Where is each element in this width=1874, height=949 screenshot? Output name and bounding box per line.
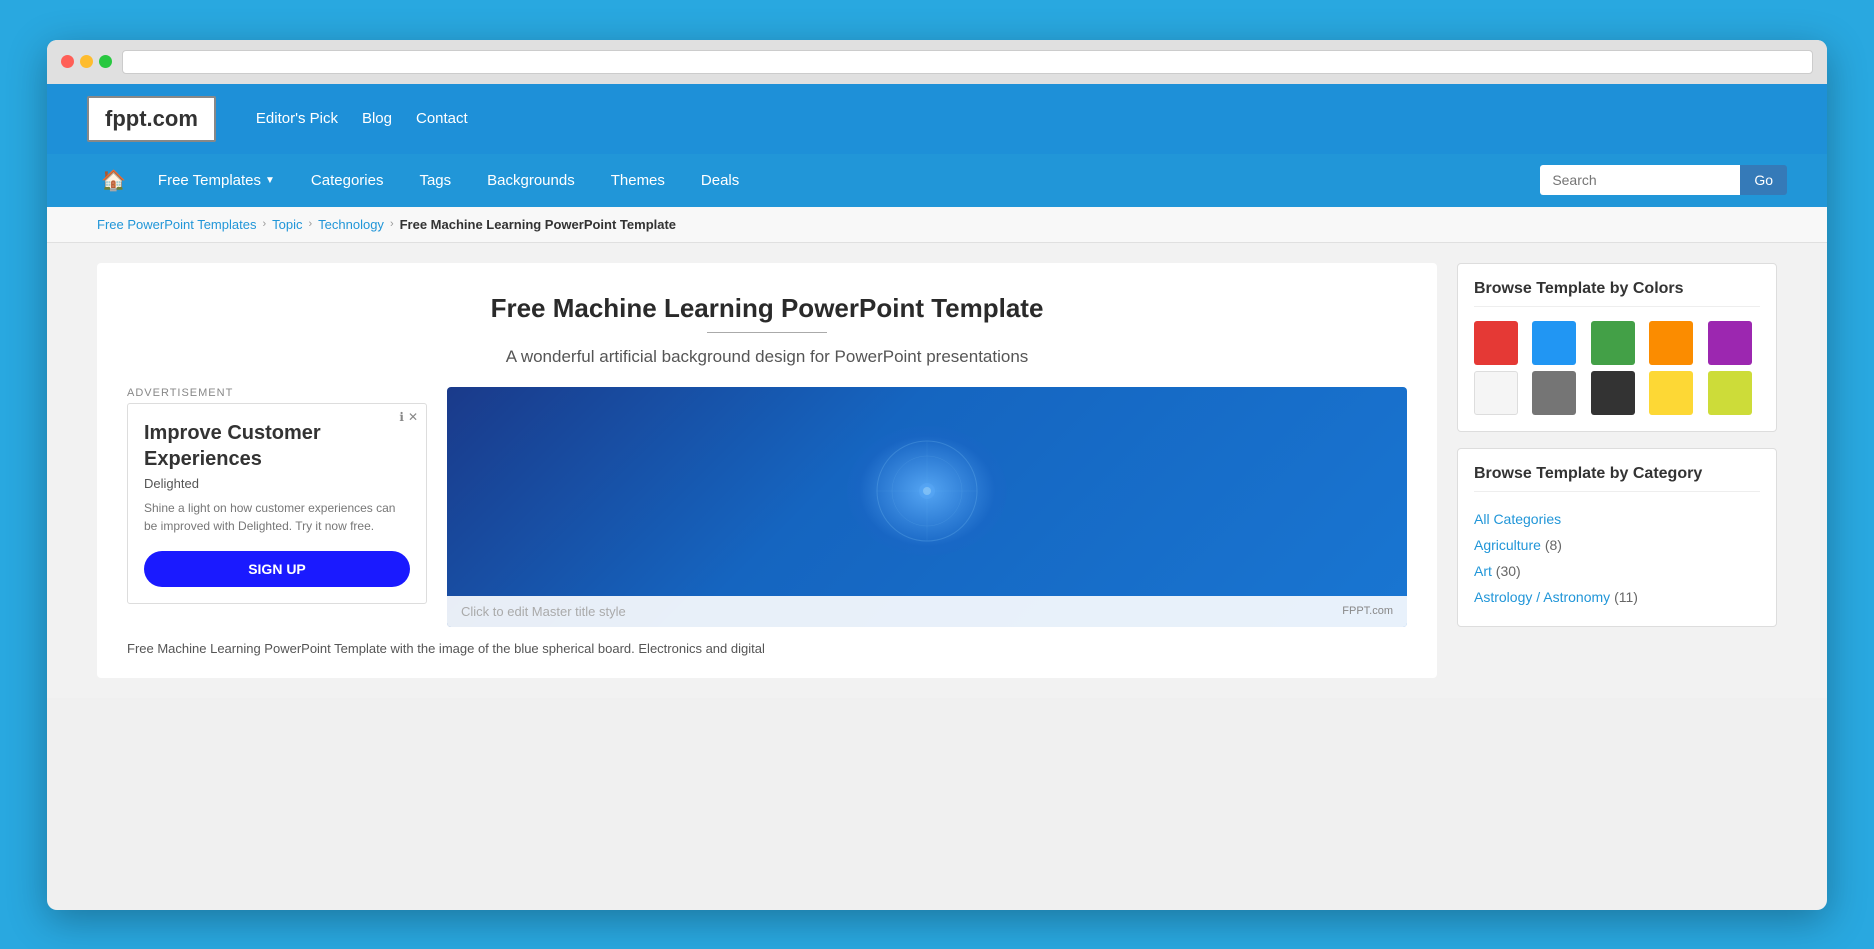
nav-themes[interactable]: Themes (593, 156, 683, 205)
nav-items: Free Templates ▼ Categories Tags Backgro… (140, 156, 1540, 205)
list-item: Art (30) (1474, 558, 1760, 584)
breadcrumb: Free PowerPoint Templates › Topic › Tech… (47, 207, 1827, 243)
category-all[interactable]: All Categories (1474, 511, 1561, 527)
nav-free-templates[interactable]: Free Templates ▼ (140, 156, 293, 205)
color-swatch-dark[interactable] (1591, 371, 1635, 415)
list-item: Agriculture (8) (1474, 532, 1760, 558)
list-item: All Categories (1474, 506, 1760, 532)
colors-title: Browse Template by Colors (1474, 280, 1760, 307)
ad-controls: ℹ ✕ (399, 410, 418, 424)
preview-top (447, 387, 1407, 596)
preview-section: Click to edit Master title style FPPT.co… (447, 387, 1407, 627)
template-preview: Click to edit Master title style FPPT.co… (447, 387, 1407, 627)
nav-contact[interactable]: Contact (416, 110, 468, 127)
ad-and-preview: ADVERTISEMENT ℹ ✕ Improve Customer Exper… (127, 387, 1407, 627)
search-input[interactable] (1540, 165, 1740, 195)
color-swatch-blue[interactable] (1532, 321, 1576, 365)
content-area: Free Machine Learning PowerPoint Templat… (47, 243, 1827, 699)
minimize-button[interactable] (80, 55, 93, 68)
nav-categories[interactable]: Categories (293, 156, 402, 205)
traffic-lights (61, 55, 112, 68)
main-content: Free PowerPoint Templates › Topic › Tech… (47, 207, 1827, 699)
nav-tags[interactable]: Tags (401, 156, 469, 205)
color-swatch-gray[interactable] (1532, 371, 1576, 415)
breadcrumb-topic[interactable]: Topic (272, 217, 302, 232)
preview-placeholder-text: Click to edit Master title style (461, 604, 626, 619)
nav-deals[interactable]: Deals (683, 156, 757, 205)
sidebar-colors-box: Browse Template by Colors (1457, 263, 1777, 432)
color-swatch-purple[interactable] (1708, 321, 1752, 365)
ad-section: ADVERTISEMENT ℹ ✕ Improve Customer Exper… (127, 387, 427, 604)
color-swatch-red[interactable] (1474, 321, 1518, 365)
dropdown-arrow-icon: ▼ (265, 175, 275, 186)
list-item: Astrology / Astronomy (11) (1474, 584, 1760, 610)
ad-info-icon[interactable]: ℹ (399, 410, 404, 424)
category-art-count: (30) (1496, 563, 1521, 579)
breadcrumb-current: Free Machine Learning PowerPoint Templat… (400, 217, 676, 232)
site-logo[interactable]: fppt.com (87, 96, 216, 142)
header-nav: Editor's Pick Blog Contact (256, 110, 468, 127)
sidebar-category-box: Browse Template by Category All Categori… (1457, 448, 1777, 627)
category-astrology-count: (11) (1614, 589, 1638, 605)
breadcrumb-sep-2: › (308, 218, 312, 230)
main-section: Free Machine Learning PowerPoint Templat… (97, 263, 1437, 679)
page-title: Free Machine Learning PowerPoint Templat… (127, 293, 1407, 324)
ad-signup-button[interactable]: SIGN UP (144, 551, 410, 587)
ad-box: ℹ ✕ Improve Customer Experiences Delight… (127, 403, 427, 604)
nav-bar: 🏠 Free Templates ▼ Categories Tags Backg… (47, 154, 1827, 207)
ad-brand: Delighted (144, 476, 410, 491)
breadcrumb-home[interactable]: Free PowerPoint Templates (97, 217, 256, 232)
close-button[interactable] (61, 55, 74, 68)
browser-chrome (47, 40, 1827, 84)
address-bar[interactable] (122, 50, 1813, 74)
category-astrology[interactable]: Astrology / Astronomy (1474, 589, 1610, 605)
color-grid (1474, 321, 1760, 415)
brain-glow-image (847, 426, 1007, 556)
nav-backgrounds[interactable]: Backgrounds (469, 156, 593, 205)
ad-title: Improve Customer Experiences (144, 420, 410, 472)
sidebar: Browse Template by Colors (1457, 263, 1777, 679)
title-divider (707, 332, 827, 333)
category-title: Browse Template by Category (1474, 465, 1760, 492)
nav-blog[interactable]: Blog (362, 110, 392, 127)
browser-window: fppt.com Editor's Pick Blog Contact 🏠 Fr… (47, 40, 1827, 910)
category-agriculture[interactable]: Agriculture (1474, 537, 1541, 553)
search-button[interactable]: Go (1740, 165, 1787, 195)
ad-close-icon[interactable]: ✕ (408, 410, 418, 424)
nav-editors-pick[interactable]: Editor's Pick (256, 110, 338, 127)
category-list: All Categories Agriculture (8) Art (30) … (1474, 506, 1760, 610)
breadcrumb-sep-3: › (390, 218, 394, 230)
home-icon[interactable]: 🏠 (87, 154, 140, 207)
preview-brand: FPPT.com (1342, 605, 1393, 617)
preview-bottom: Click to edit Master title style FPPT.co… (447, 596, 1407, 627)
color-swatch-green[interactable] (1591, 321, 1635, 365)
ad-description: Shine a light on how customer experience… (144, 499, 410, 535)
color-swatch-yellow[interactable] (1649, 371, 1693, 415)
site-header: fppt.com Editor's Pick Blog Contact (47, 84, 1827, 154)
category-agriculture-count: (8) (1545, 537, 1562, 553)
page-subtitle: A wonderful artificial background design… (127, 347, 1407, 367)
category-art[interactable]: Art (1474, 563, 1492, 579)
color-swatch-white[interactable] (1474, 371, 1518, 415)
description-text: Free Machine Learning PowerPoint Templat… (127, 639, 1407, 659)
breadcrumb-technology[interactable]: Technology (318, 217, 384, 232)
nav-search: Go (1540, 165, 1787, 195)
color-swatch-orange[interactable] (1649, 321, 1693, 365)
maximize-button[interactable] (99, 55, 112, 68)
color-swatch-lime[interactable] (1708, 371, 1752, 415)
breadcrumb-sep-1: › (262, 218, 266, 230)
ad-label: ADVERTISEMENT (127, 387, 427, 399)
